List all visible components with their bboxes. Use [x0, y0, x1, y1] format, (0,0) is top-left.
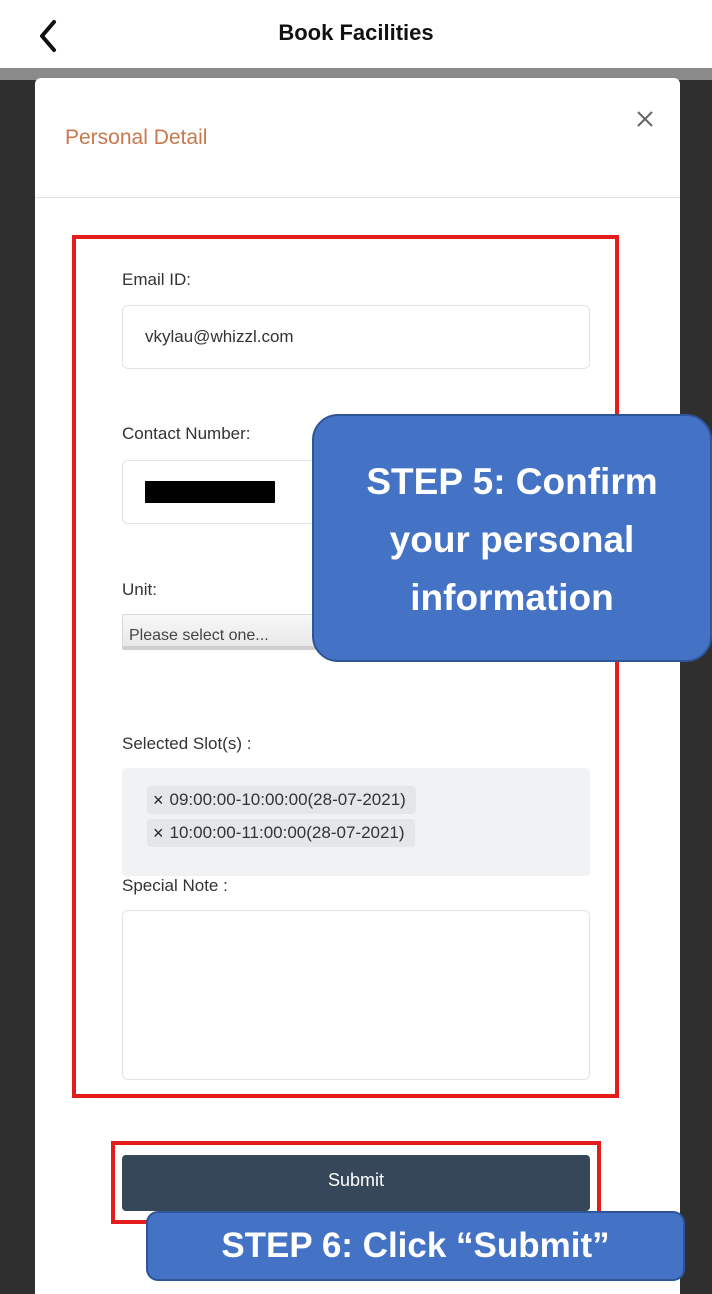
close-icon: [637, 111, 653, 127]
step5-line3: information: [410, 577, 614, 618]
step5-callout: STEP 5: Confirm your personal informatio…: [312, 414, 712, 662]
modal-header: Personal Detail: [35, 78, 680, 198]
step5-line2: your personal: [389, 519, 635, 560]
form-highlight-box: [72, 235, 619, 1098]
close-button[interactable]: [630, 104, 660, 134]
app-bar: Book Facilities: [0, 0, 712, 68]
modal-title: Personal Detail: [65, 126, 208, 149]
step5-line1: STEP 5: Confirm: [366, 461, 658, 502]
step6-callout: STEP 6: Click “Submit”: [146, 1211, 685, 1281]
page-title: Book Facilities: [278, 20, 434, 45]
